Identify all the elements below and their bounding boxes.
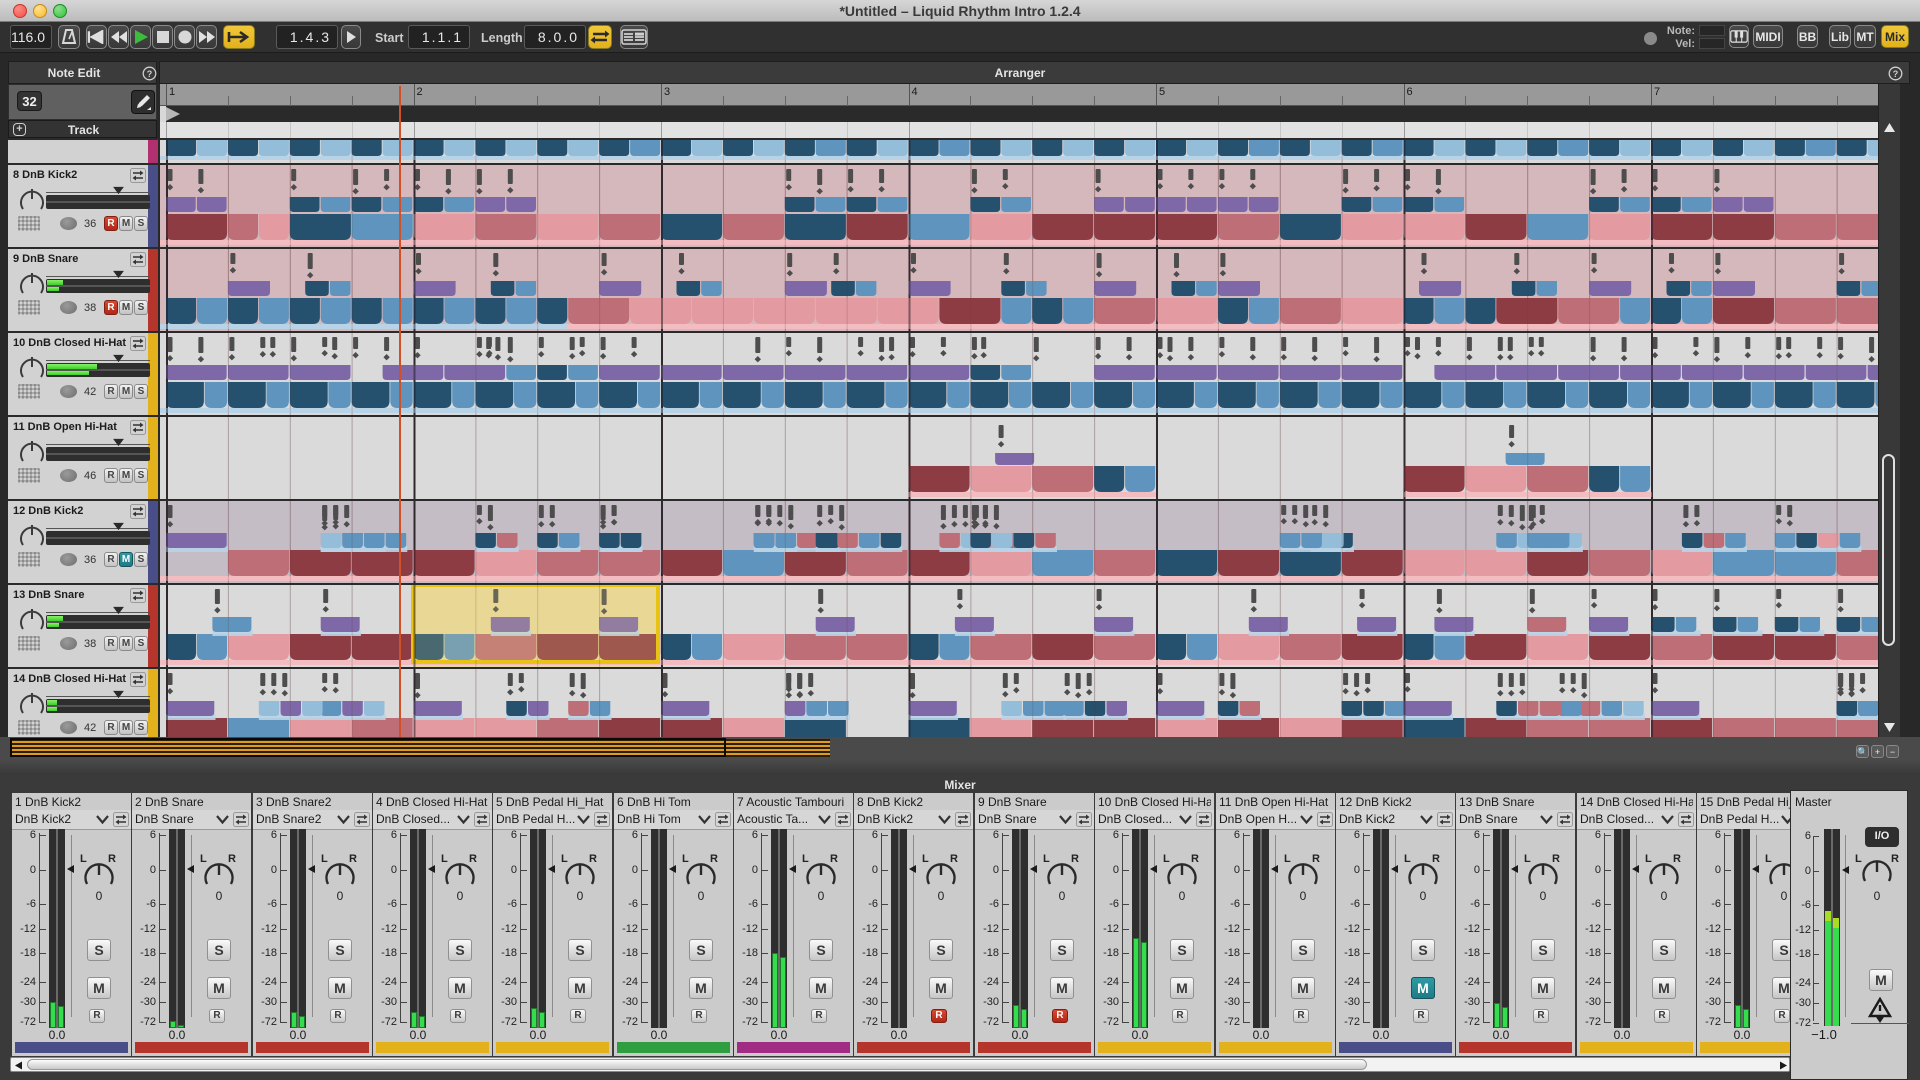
svg-text:?: ?	[1893, 69, 1899, 79]
svg-text:?: ?	[147, 69, 153, 79]
